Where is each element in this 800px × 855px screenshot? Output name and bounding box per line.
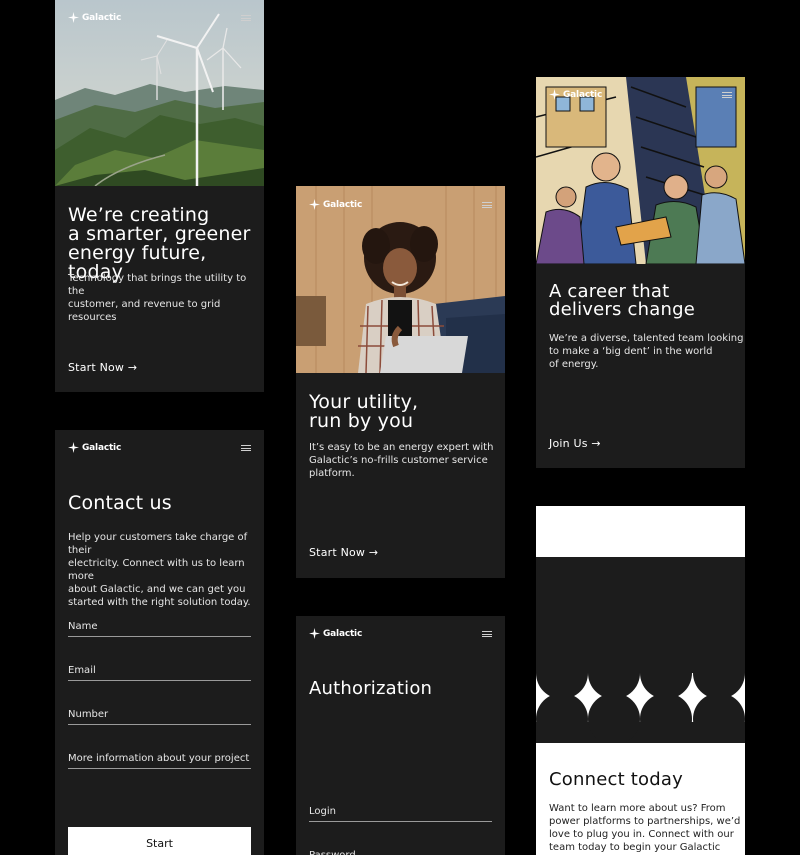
contact-description-line: Help your customers take charge of their	[68, 532, 248, 556]
hamburger-menu-icon[interactable]	[241, 445, 251, 451]
number-input[interactable]	[68, 709, 251, 720]
brand-logo[interactable]: Galactic	[309, 199, 362, 210]
galactic-logo-icon	[68, 442, 79, 453]
brand-logo[interactable]: Galactic	[68, 442, 121, 453]
connect-card: Connect today Want to learn more about u…	[536, 506, 745, 855]
career-description-line: to make a ‘big dent’ in the world	[549, 346, 713, 357]
brand-name: Galactic	[82, 12, 122, 23]
career-description-line: of energy.	[549, 359, 599, 370]
energy-card: Galactic We’re creating a smarter, green…	[55, 0, 264, 392]
name-field	[68, 621, 251, 637]
illustrated-people-image	[536, 77, 745, 264]
utility-description-line: Galactic’s no-frills customer service	[309, 455, 488, 466]
contact-description-line: started with the right solution today.	[68, 597, 251, 608]
woman-laptop-image	[296, 186, 505, 373]
utility-description-line: platform.	[309, 468, 355, 479]
login-input[interactable]	[309, 806, 492, 817]
connect-description: Want to learn more about us? From power …	[549, 802, 740, 854]
energy-start-now-link[interactable]: Start Now →	[68, 361, 137, 374]
galactic-logo-icon	[309, 628, 320, 639]
energy-description: Technology that brings the utility to th…	[68, 272, 264, 324]
utility-card: Galactic Your utility, run by you It’s e…	[296, 186, 505, 578]
login-field	[309, 806, 492, 822]
brand-name: Galactic	[323, 199, 363, 210]
password-input[interactable]	[309, 850, 492, 855]
career-title: A career that delivers change	[549, 283, 695, 319]
connect-description-line: team today to begin your Galactic	[549, 842, 721, 853]
start-button[interactable]: Start	[68, 827, 251, 855]
info-input[interactable]	[68, 753, 251, 764]
career-card: Galactic A career that delivers change W…	[536, 77, 745, 468]
career-title-line: delivers change	[549, 299, 695, 320]
number-field	[68, 709, 251, 725]
utility-description: It’s easy to be an energy expert with Ga…	[309, 441, 493, 480]
energy-title: We’re creating a smarter, greener energy…	[68, 206, 264, 282]
galactic-logo-icon	[309, 199, 320, 210]
name-input[interactable]	[68, 621, 251, 632]
contact-description: Help your customers take charge of their…	[68, 531, 264, 609]
contact-title: Contact us	[68, 492, 172, 514]
career-join-us-link[interactable]: Join Us →	[549, 437, 601, 450]
career-description-line: We’re a diverse, talented team looking	[549, 333, 744, 344]
connect-description-line: power platforms to partnerships, we’d	[549, 816, 741, 827]
utility-description-line: It’s easy to be an energy expert with	[309, 442, 494, 453]
hamburger-menu-icon[interactable]	[482, 631, 492, 637]
password-field	[309, 850, 492, 855]
career-description: We’re a diverse, talented team looking t…	[549, 332, 744, 371]
auth-title: Authorization	[309, 678, 433, 699]
brand-name: Galactic	[323, 628, 363, 639]
brand-logo[interactable]: Galactic	[549, 89, 602, 100]
hamburger-menu-icon[interactable]	[482, 202, 492, 208]
energy-description-line: Technology that brings the utility to th…	[68, 273, 247, 297]
email-input[interactable]	[68, 665, 251, 676]
auth-card: Galactic Authorization	[296, 616, 505, 855]
brand-name: Galactic	[563, 89, 603, 100]
contact-description-line: electricity. Connect with us to learn mo…	[68, 558, 245, 582]
contact-card: Galactic Contact us Help your customers …	[55, 430, 264, 855]
brand-name: Galactic	[82, 442, 122, 453]
galactic-logo-icon	[549, 89, 560, 100]
hamburger-menu-icon[interactable]	[722, 92, 732, 98]
utility-title-line: run by you	[309, 410, 414, 432]
utility-title: Your utility, run by you	[309, 393, 418, 431]
wind-turbines-image	[55, 0, 264, 186]
utility-start-now-link[interactable]: Start Now →	[309, 546, 378, 559]
scallop-graphic	[536, 557, 745, 745]
galactic-logo-icon	[68, 12, 79, 23]
brand-logo[interactable]: Galactic	[309, 628, 362, 639]
hamburger-menu-icon[interactable]	[241, 15, 251, 21]
email-field	[68, 665, 251, 681]
energy-description-line: customer, and revenue to grid resources	[68, 299, 221, 323]
connect-title: Connect today	[549, 769, 683, 790]
brand-logo[interactable]: Galactic	[68, 12, 121, 23]
contact-description-line: about Galactic, and we can get you	[68, 584, 246, 595]
connect-description-line: Want to learn more about us? From	[549, 803, 726, 814]
connect-description-line: love to plug you in. Connect with our	[549, 829, 734, 840]
info-field	[68, 753, 251, 769]
